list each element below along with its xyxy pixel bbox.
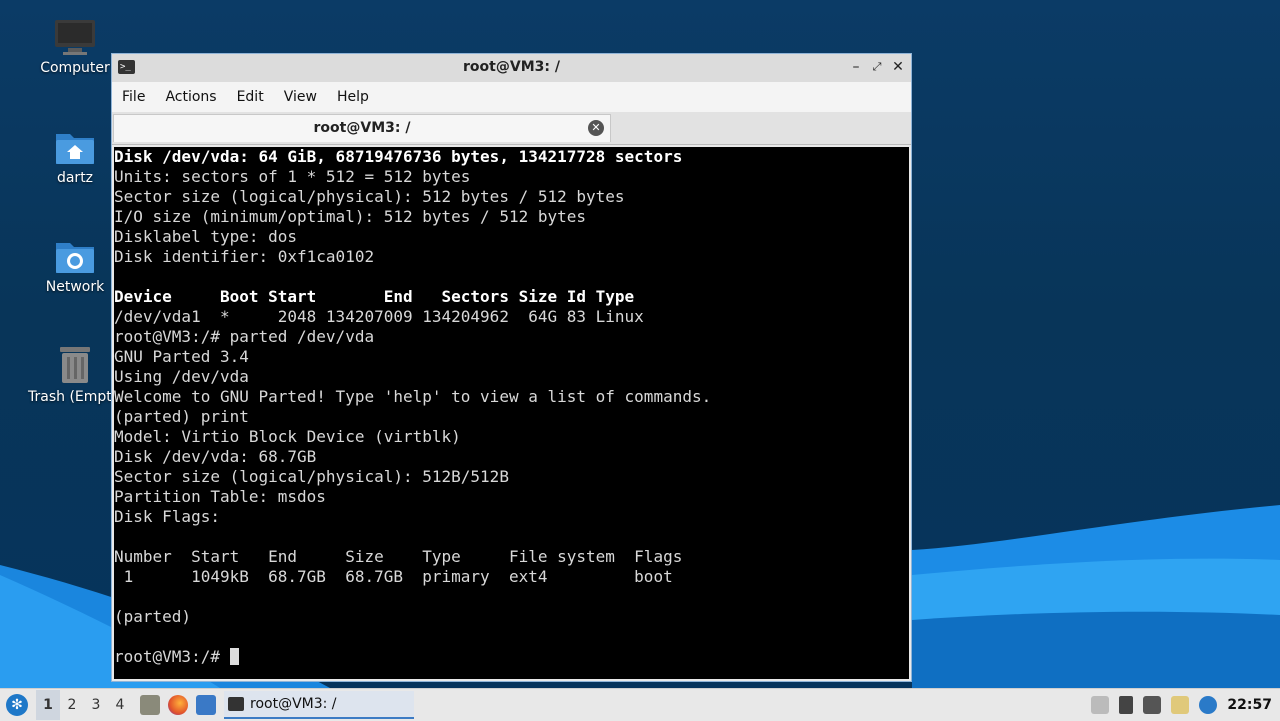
terminal-line: Welcome to GNU Parted! Type 'help' to vi…: [114, 387, 712, 406]
terminal-line: Units: sectors of 1 * 512 = 512 bytes: [114, 167, 471, 186]
terminal-window[interactable]: >_ root@VM3: / – ⤢ ✕ File Actions Edit V…: [111, 53, 912, 682]
terminal-line: GNU Parted 3.4: [114, 347, 249, 366]
terminal-line: Partition Table: msdos: [114, 487, 326, 506]
terminal-line: (parted) print: [114, 407, 249, 426]
clipboard-icon[interactable]: [1171, 696, 1190, 714]
terminal-line: Sector size (logical/physical): 512B/512…: [114, 467, 509, 486]
terminal-text: Disk /dev/vda: 64 GiB, 68719476736 bytes…: [114, 147, 909, 667]
terminal-line: root@VM3:/# parted /dev/vda: [114, 327, 375, 346]
window-title: root@VM3: /: [463, 59, 560, 75]
tab-terminal[interactable]: root@VM3: / ✕: [113, 114, 611, 142]
terminal-line: Disklabel type: dos: [114, 227, 298, 246]
window-titlebar[interactable]: >_ root@VM3: / – ⤢ ✕: [112, 54, 911, 82]
menu-file[interactable]: File: [122, 89, 145, 105]
tab-label: root@VM3: /: [313, 120, 411, 136]
firefox-icon[interactable]: [168, 695, 188, 715]
close-button[interactable]: ✕: [889, 58, 907, 76]
task-label: root@VM3: /: [250, 696, 337, 712]
terminal-line: Disk identifier: 0xf1ca0102: [114, 247, 375, 266]
workspace-1[interactable]: 1: [36, 690, 60, 720]
network-folder-icon: [56, 243, 94, 273]
tab-close-icon[interactable]: ✕: [588, 120, 604, 136]
workspace-4[interactable]: 4: [108, 697, 132, 713]
file-manager-icon[interactable]: [140, 695, 160, 715]
clock[interactable]: 22:57: [1227, 697, 1272, 713]
show-desktop-icon[interactable]: [196, 695, 216, 715]
menu-view[interactable]: View: [284, 89, 317, 105]
volume-icon[interactable]: [1119, 696, 1134, 714]
minimize-button[interactable]: –: [847, 58, 865, 76]
terminal-line: Sector size (logical/physical): 512 byte…: [114, 187, 625, 206]
tab-bar: root@VM3: / ✕: [112, 112, 911, 145]
start-menu-button[interactable]: ✻: [6, 694, 28, 716]
terminal-line: Model: Virtio Block Device (virtblk): [114, 427, 461, 446]
terminal-output[interactable]: Disk /dev/vda: 64 GiB, 68719476736 bytes…: [114, 147, 909, 679]
upload-icon[interactable]: [1091, 696, 1110, 714]
maximize-button[interactable]: ⤢: [868, 58, 886, 76]
terminal-line: 1 1049kB 68.7GB 68.7GB primary ext4 boot: [114, 567, 673, 586]
menu-bar: File Actions Edit View Help: [112, 82, 911, 112]
terminal-line: Device Boot Start End Sectors Size Id Ty…: [114, 287, 635, 306]
menu-help[interactable]: Help: [337, 89, 369, 105]
home-folder-icon: [56, 134, 94, 164]
terminal-line: Disk Flags:: [114, 507, 220, 526]
workspace-3[interactable]: 3: [84, 697, 108, 713]
display-icon[interactable]: [1143, 696, 1162, 714]
monitor-icon: [55, 20, 95, 55]
terminal-line: /dev/vda1 * 2048 134207009 134204962 64G…: [114, 307, 644, 326]
text-cursor: [229, 648, 239, 665]
terminal-line: I/O size (minimum/optimal): 512 bytes / …: [114, 207, 587, 226]
terminal-prompt: root@VM3:/#: [114, 647, 230, 666]
terminal-line: Using /dev/vda: [114, 367, 249, 386]
workspace-2[interactable]: 2: [60, 697, 84, 713]
menu-actions[interactable]: Actions: [165, 89, 216, 105]
taskbar: ✻ 1 2 3 4 root@VM3: / 22:57: [0, 688, 1280, 721]
terminal-line: Disk /dev/vda: 68.7GB: [114, 447, 317, 466]
trash-icon: [60, 347, 90, 383]
terminal-line: Number Start End Size Type File system F…: [114, 547, 683, 566]
update-notifier-icon[interactable]: [1199, 696, 1218, 714]
terminal-line: Disk /dev/vda: 64 GiB, 68719476736 bytes…: [114, 147, 683, 166]
system-tray: 22:57: [1091, 696, 1280, 714]
terminal-icon: [228, 697, 244, 711]
taskbar-task-terminal[interactable]: root@VM3: /: [224, 691, 414, 719]
terminal-line: (parted): [114, 607, 192, 626]
menu-edit[interactable]: Edit: [237, 89, 264, 105]
